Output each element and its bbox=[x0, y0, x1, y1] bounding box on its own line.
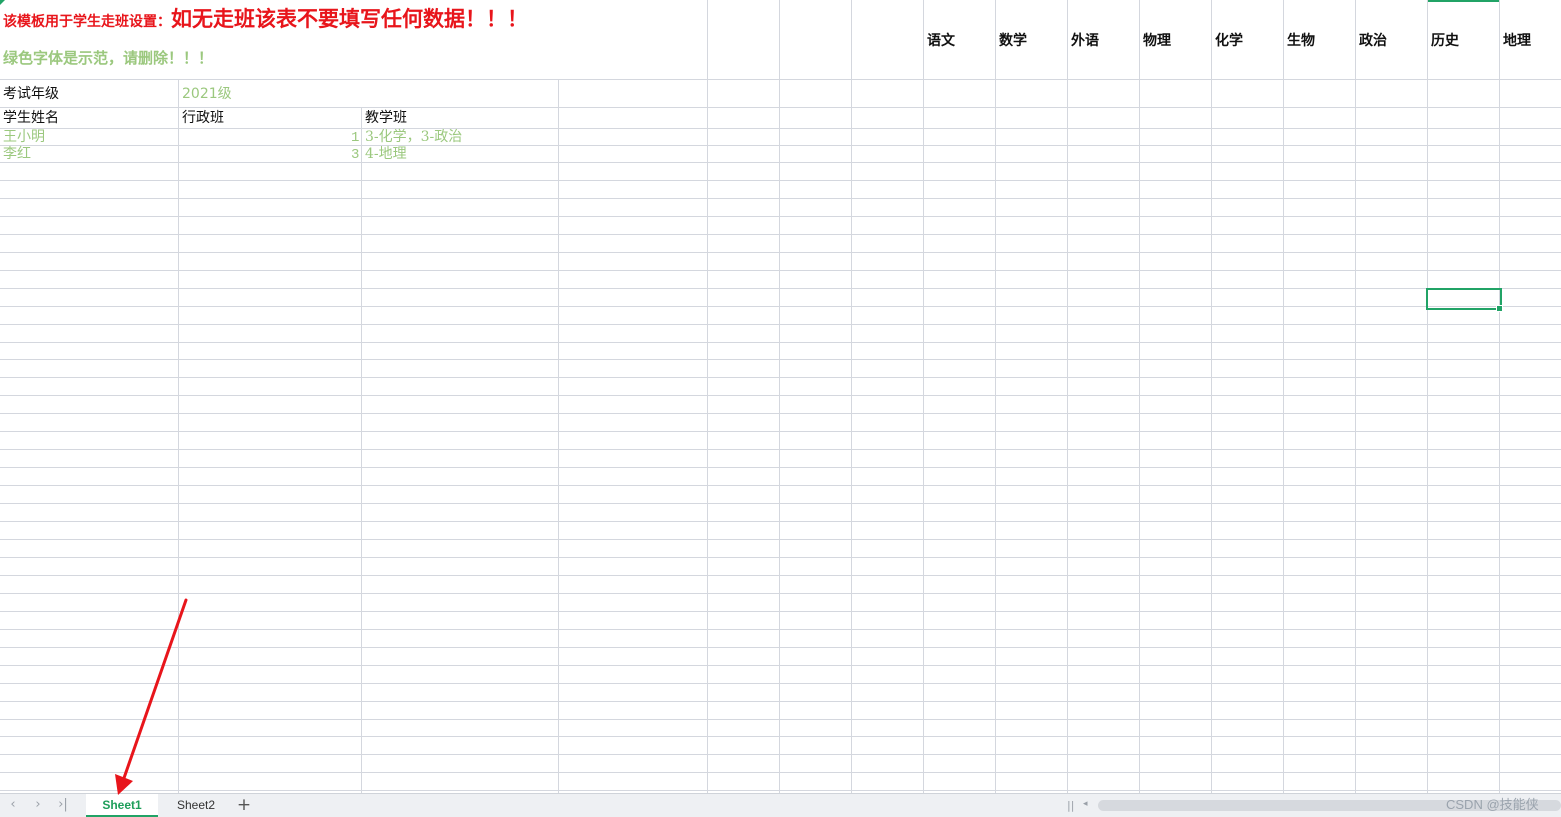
column-gridline bbox=[923, 0, 924, 793]
subject-header-8[interactable]: 历史 bbox=[1431, 34, 1459, 48]
column-gridline bbox=[1355, 0, 1356, 793]
row-gridline bbox=[0, 736, 1561, 737]
subject-header-5[interactable]: 化学 bbox=[1215, 34, 1243, 48]
row-gridline bbox=[0, 107, 1561, 108]
row-gridline bbox=[0, 665, 1561, 666]
row-gridline bbox=[0, 252, 1561, 253]
row-gridline bbox=[0, 485, 1561, 486]
column-gridline bbox=[851, 0, 852, 793]
row1-admin-class[interactable]: 1 bbox=[351, 131, 359, 145]
row-gridline bbox=[0, 128, 1561, 129]
scroll-left-icon[interactable]: ◂ bbox=[1083, 799, 1088, 809]
row-gridline bbox=[0, 342, 1561, 343]
exam-grade-value[interactable]: 2021级 bbox=[182, 87, 232, 101]
watermark: CSDN @技能侠 bbox=[1446, 797, 1539, 812]
exam-grade-label[interactable]: 考试年级 bbox=[3, 87, 59, 101]
column-gridline bbox=[1211, 0, 1212, 793]
tab-sheet1[interactable]: Sheet1 bbox=[86, 794, 158, 817]
column-gridline bbox=[178, 80, 179, 793]
row-gridline bbox=[0, 324, 1561, 325]
row-gridline bbox=[0, 431, 1561, 432]
row-gridline bbox=[0, 198, 1561, 199]
row-gridline bbox=[0, 180, 1561, 181]
row-gridline bbox=[0, 539, 1561, 540]
row-gridline bbox=[0, 790, 1561, 791]
row-gridline bbox=[0, 306, 1561, 307]
row-gridline bbox=[0, 629, 1561, 630]
row-gridline bbox=[0, 395, 1561, 396]
row-gridline bbox=[0, 575, 1561, 576]
spreadsheet-grid[interactable]: 该模板用于学生走班设置：如无走班该表不要填写任何数据！！！ 绿色字体是示范，请删… bbox=[0, 0, 1561, 793]
row2-name[interactable]: 李红 bbox=[3, 147, 31, 161]
header-student-name[interactable]: 学生姓名 bbox=[3, 111, 59, 125]
row-gridline bbox=[0, 647, 1561, 648]
row1-teaching-class[interactable]: 3-化学，3-政治 bbox=[365, 130, 462, 144]
row-gridline bbox=[0, 413, 1561, 414]
row-gridline bbox=[0, 467, 1561, 468]
subject-header-2[interactable]: 数学 bbox=[999, 34, 1027, 48]
active-column-indicator bbox=[1428, 0, 1499, 2]
row-gridline bbox=[0, 503, 1561, 504]
row-gridline bbox=[0, 234, 1561, 235]
column-gridline bbox=[779, 0, 780, 793]
row2-admin-class[interactable]: 3 bbox=[351, 148, 359, 162]
column-gridline bbox=[1139, 0, 1140, 793]
notice-part1: 该模板用于学生走班设置： bbox=[3, 14, 171, 30]
notice-line-1: 该模板用于学生走班设置：如无走班该表不要填写任何数据！！！ bbox=[3, 8, 528, 29]
add-sheet-icon[interactable]: + bbox=[234, 795, 254, 815]
row-gridline bbox=[0, 521, 1561, 522]
row1-name[interactable]: 王小明 bbox=[3, 130, 45, 144]
sheet-tab-bar: ‹ › ›| Sheet1 Sheet2 + || ◂ bbox=[0, 793, 1561, 817]
row-gridline bbox=[0, 359, 1561, 360]
column-gridline bbox=[1427, 0, 1428, 793]
row-gridline bbox=[0, 270, 1561, 271]
header-teaching-class[interactable]: 教学班 bbox=[365, 111, 407, 125]
subject-header-4[interactable]: 物理 bbox=[1143, 34, 1171, 48]
row-gridline bbox=[0, 449, 1561, 450]
notice-part2: 如无走班该表不要填写任何数据！！！ bbox=[171, 6, 528, 31]
cell-comment-marker bbox=[0, 0, 5, 5]
row-gridline bbox=[0, 557, 1561, 558]
header-admin-class[interactable]: 行政班 bbox=[182, 111, 224, 125]
row-gridline bbox=[0, 683, 1561, 684]
selected-cell[interactable] bbox=[1426, 288, 1502, 310]
fill-handle[interactable] bbox=[1496, 305, 1503, 312]
column-gridline bbox=[995, 0, 996, 793]
row-gridline bbox=[0, 611, 1561, 612]
subject-header-7[interactable]: 政治 bbox=[1359, 34, 1387, 48]
row-gridline bbox=[0, 593, 1561, 594]
tab-sheet2[interactable]: Sheet2 bbox=[160, 794, 232, 817]
subject-header-6[interactable]: 生物 bbox=[1287, 34, 1315, 48]
column-gridline bbox=[707, 0, 708, 793]
last-sheet-icon[interactable]: ›| bbox=[55, 797, 71, 813]
row-gridline bbox=[0, 145, 1561, 146]
scroll-split-icon[interactable]: || bbox=[1067, 799, 1074, 812]
exam-grade-merged[interactable] bbox=[179, 80, 558, 107]
row-gridline bbox=[0, 754, 1561, 755]
column-gridline bbox=[1499, 0, 1500, 793]
subject-header-3[interactable]: 外语 bbox=[1071, 34, 1099, 48]
column-gridline bbox=[558, 80, 559, 793]
row-gridline bbox=[0, 288, 1561, 289]
row-gridline bbox=[0, 719, 1561, 720]
row2-teaching-class[interactable]: 4-地理 bbox=[365, 147, 407, 161]
row-gridline bbox=[0, 377, 1561, 378]
row-gridline bbox=[0, 216, 1561, 217]
column-gridline bbox=[361, 80, 362, 793]
row-gridline bbox=[0, 162, 1561, 163]
subject-header-1[interactable]: 语文 bbox=[927, 34, 955, 48]
next-sheet-icon[interactable]: › bbox=[30, 797, 46, 813]
row-gridline bbox=[0, 772, 1561, 773]
green-hint-text: 绿色字体是示范，请删除！！！ bbox=[3, 49, 214, 67]
subject-header-9[interactable]: 地理 bbox=[1503, 34, 1531, 48]
column-gridline bbox=[1283, 0, 1284, 793]
row-gridline bbox=[0, 701, 1561, 702]
prev-sheet-icon[interactable]: ‹ bbox=[5, 797, 21, 813]
column-gridline bbox=[1067, 0, 1068, 793]
